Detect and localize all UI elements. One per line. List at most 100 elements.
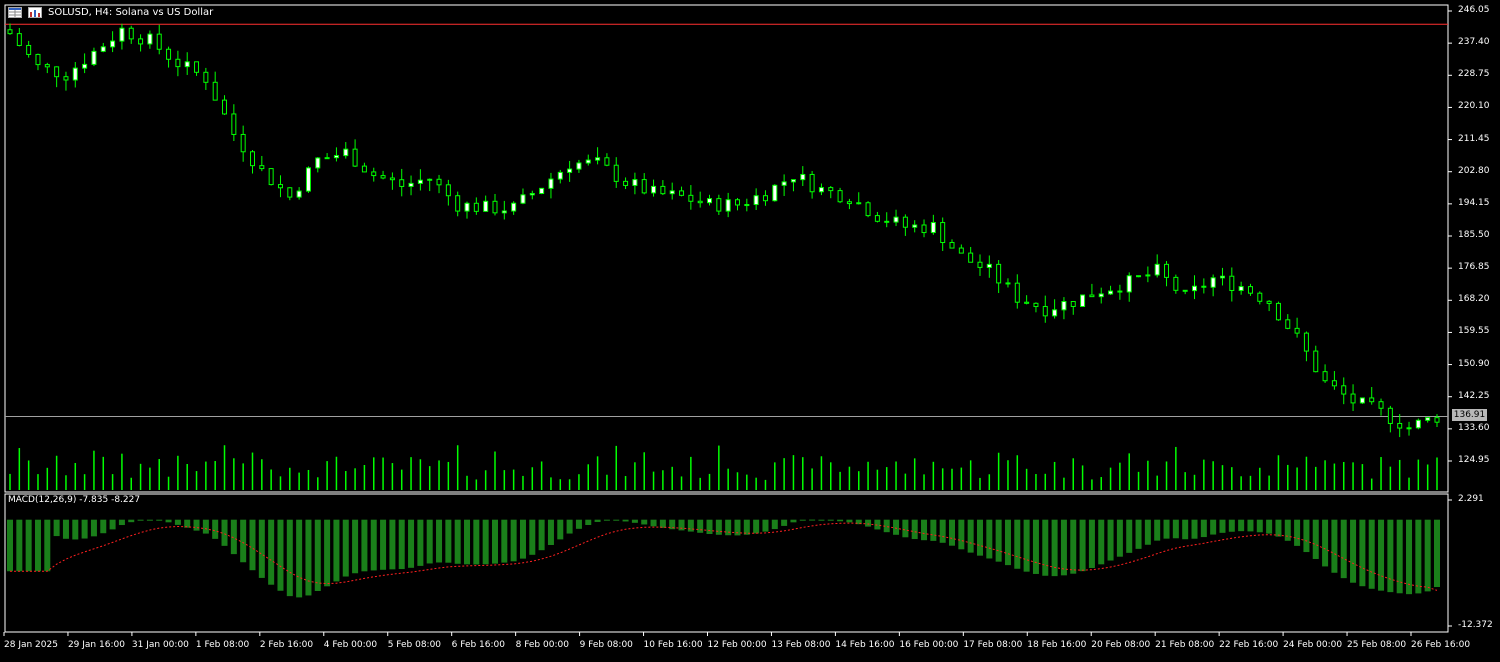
- time-tick-label: 20 Feb 08:00: [1091, 640, 1151, 650]
- macd-bar: [1182, 519, 1189, 540]
- price-tick-label: 176.85: [1458, 262, 1490, 273]
- macd-bar: [1275, 519, 1282, 537]
- macd-bar: [417, 519, 424, 566]
- macd-bar: [753, 519, 760, 534]
- macd-bar: [1256, 519, 1263, 533]
- macd-bar: [930, 519, 937, 541]
- macd-bar: [333, 519, 340, 582]
- time-tick-label: 9 Feb 08:00: [579, 640, 633, 650]
- price-tick-label: 150.90: [1458, 358, 1490, 369]
- candle-body: [828, 187, 834, 192]
- candle-body: [1406, 427, 1412, 430]
- macd-bar: [1042, 519, 1049, 576]
- macd-bar: [202, 519, 209, 534]
- candle-body: [184, 61, 190, 68]
- candle-body: [222, 99, 228, 115]
- macd-bar: [1126, 519, 1133, 553]
- candle-body: [82, 63, 88, 69]
- candle-body: [361, 165, 367, 173]
- time-tick-label: 21 Feb 08:00: [1155, 640, 1215, 650]
- candle-body: [623, 180, 629, 186]
- macd-bar: [1228, 519, 1235, 532]
- macd-bar: [659, 519, 666, 528]
- macd-bar: [34, 519, 41, 572]
- macd-bar: [911, 519, 918, 540]
- macd-bar: [902, 519, 909, 538]
- macd-bar: [1032, 519, 1039, 574]
- macd-bar: [342, 519, 349, 577]
- macd-bar: [697, 519, 704, 533]
- candle-body: [1378, 401, 1384, 409]
- macd-bar: [837, 519, 844, 522]
- time-tick-label: 10 Feb 16:00: [643, 640, 703, 650]
- macd-bar: [473, 519, 480, 565]
- candle-body: [753, 195, 759, 206]
- candle-body: [1331, 380, 1337, 387]
- candle-body: [1229, 275, 1235, 291]
- candle-body: [576, 162, 582, 170]
- price-tick-label: 142.25: [1458, 390, 1490, 401]
- macd-bar: [25, 519, 32, 572]
- macd-bar: [100, 519, 107, 534]
- macd-bar: [72, 519, 79, 540]
- macd-bar: [314, 519, 321, 592]
- candle-body: [772, 184, 778, 202]
- time-tick-label: 16 Feb 00:00: [899, 640, 959, 650]
- candle-body: [399, 179, 405, 187]
- time-tick-label: 2 Feb 16:00: [259, 640, 314, 650]
- candle-body: [54, 66, 60, 78]
- table-icon[interactable]: [8, 6, 22, 18]
- price-tick-label: 228.75: [1458, 69, 1490, 80]
- macd-bar: [1200, 519, 1207, 538]
- macd-bar: [137, 519, 144, 521]
- macd-bar: [631, 519, 638, 523]
- chart-window[interactable]: SOLUSD, H4: Solana vs US Dollar MACD(12,…: [0, 0, 1500, 658]
- candle-body: [790, 179, 796, 183]
- time-tick-label: 4 Feb 00:00: [323, 640, 378, 650]
- macd-bar: [706, 519, 713, 535]
- macd-bar: [818, 519, 825, 521]
- candle-body: [1173, 276, 1179, 291]
- candle-body: [874, 215, 880, 222]
- candle-body: [380, 175, 386, 179]
- macd-bar: [846, 519, 853, 523]
- candle-body: [977, 261, 983, 268]
- macd-bar: [949, 519, 956, 546]
- candle-body: [333, 155, 339, 159]
- macd-bar: [90, 519, 97, 537]
- candle-body: [688, 194, 694, 202]
- candle-body: [501, 210, 507, 214]
- candle-body: [632, 179, 638, 186]
- chart-icon[interactable]: [28, 6, 42, 18]
- time-tick-label: 25 Feb 08:00: [1347, 640, 1407, 650]
- candle-body: [902, 216, 908, 228]
- macd-bar: [454, 519, 461, 564]
- macd-bar: [1350, 519, 1357, 583]
- candle-body: [585, 159, 591, 164]
- chart-canvas[interactable]: [0, 0, 1500, 658]
- candle-body: [1117, 290, 1123, 293]
- price-tick-label: 159.55: [1458, 326, 1490, 337]
- macd-bar: [193, 519, 200, 531]
- candle-body: [72, 67, 78, 81]
- candle-body: [128, 27, 134, 40]
- candle-body: [958, 247, 964, 254]
- macd-bar: [491, 519, 498, 564]
- time-tick-label: 5 Feb 08:00: [387, 640, 442, 650]
- candle-body: [352, 148, 358, 167]
- macd-bar: [398, 519, 405, 570]
- price-tick-label: 246.05: [1458, 5, 1490, 15]
- macd-bar: [305, 519, 312, 596]
- price-tick-label: 133.60: [1458, 422, 1490, 433]
- macd-bar: [1163, 519, 1170, 539]
- macd-bar: [958, 519, 965, 550]
- candle-body: [16, 33, 22, 46]
- time-tick-label: 28 Jan 2025: [4, 640, 58, 650]
- candle-body: [249, 151, 255, 167]
- candle-body: [669, 190, 675, 195]
- time-tick-label: 6 Feb 16:00: [451, 640, 505, 650]
- candle-body: [119, 27, 125, 42]
- candle-body: [1182, 289, 1188, 292]
- candle-body: [110, 40, 116, 48]
- candle-body: [91, 50, 97, 65]
